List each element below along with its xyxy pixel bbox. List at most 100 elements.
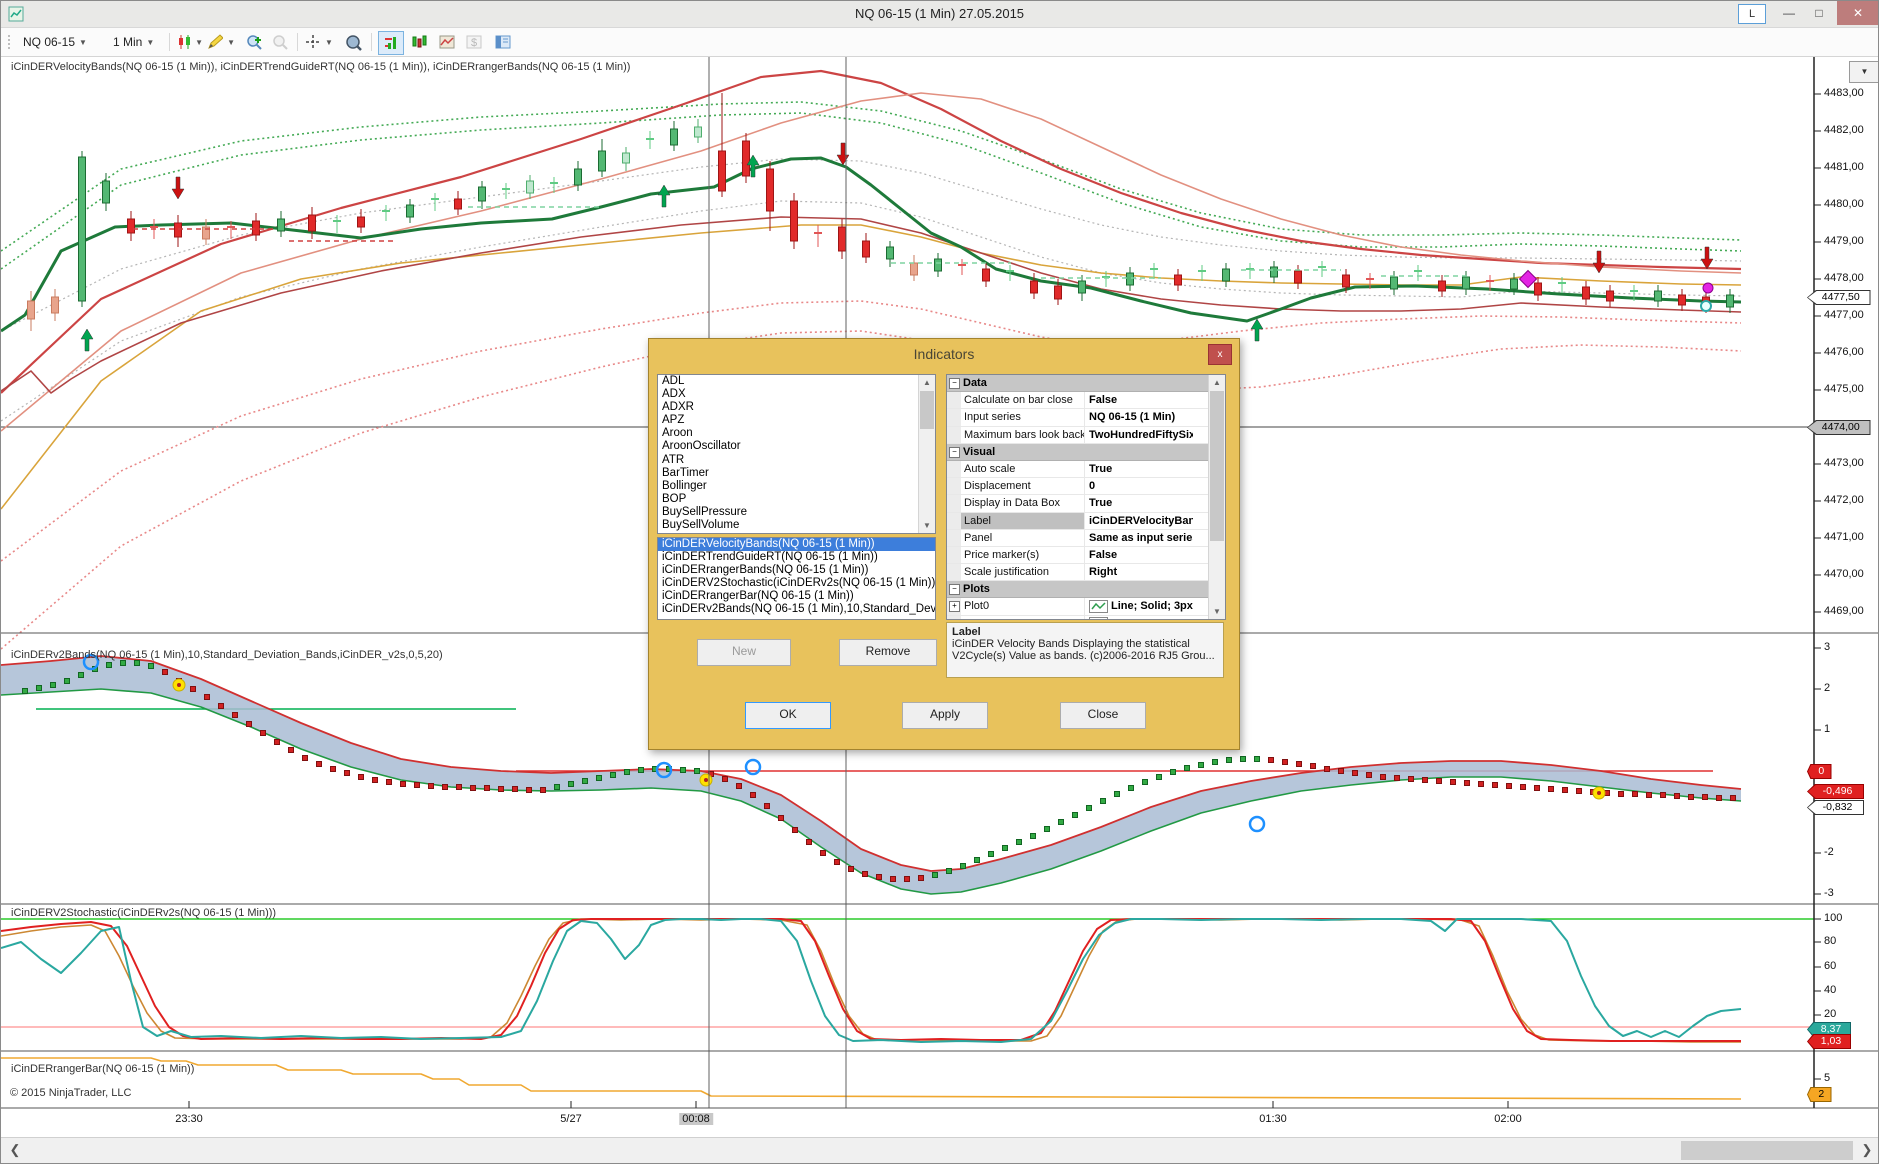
property-name: Plot1: [961, 616, 1085, 620]
scroll-up-icon[interactable]: ▲: [1209, 375, 1225, 390]
apply-button[interactable]: Apply: [902, 702, 988, 729]
property-group-data[interactable]: −Data: [947, 375, 1209, 392]
scroll-down-icon[interactable]: ▼: [1209, 604, 1225, 619]
property-row-display-in-data-box[interactable]: Display in Data BoxTrue: [947, 495, 1209, 512]
zoom-out-button[interactable]: [269, 31, 291, 53]
instrument-selector[interactable]: NQ 06-15▼: [23, 31, 87, 53]
available-indicator-item[interactable]: BOP: [658, 493, 935, 506]
property-row-auto-scale[interactable]: Auto scaleTrue: [947, 461, 1209, 478]
property-row-label[interactable]: LabeliCinDERVelocityBands: [947, 513, 1209, 530]
strategies-button[interactable]: [435, 31, 459, 53]
configured-indicator-item[interactable]: iCinDERTrendGuideRT(NQ 06-15 (1 Min)): [658, 551, 935, 564]
scroll-up-icon[interactable]: ▲: [919, 375, 935, 390]
link-button[interactable]: L: [1738, 4, 1766, 24]
available-indicator-item[interactable]: BarTimer: [658, 467, 935, 480]
available-indicator-item[interactable]: BuySellVolume: [658, 519, 935, 532]
close-button[interactable]: ✕: [1837, 1, 1879, 25]
toolbar-grip[interactable]: [6, 31, 12, 53]
minimize-button[interactable]: —: [1775, 1, 1803, 25]
property-row-input-series[interactable]: Input seriesNQ 06-15 (1 Min): [947, 409, 1209, 426]
property-name: Display in Data Box: [961, 495, 1085, 511]
configured-indicator-item[interactable]: iCinDERrangerBands(NQ 06-15 (1 Min)): [658, 564, 935, 577]
available-indicator-item[interactable]: AroonOscillator: [658, 440, 935, 453]
property-value: 0: [1085, 478, 1193, 494]
new-button[interactable]: New: [697, 639, 791, 666]
scrollbar-thumb[interactable]: [1210, 391, 1224, 541]
available-indicator-item[interactable]: ATR: [658, 454, 935, 467]
drawing-tools-button[interactable]: ▼: [207, 31, 235, 53]
panel3-indicator-label: iCinDERV2Stochastic(iCinDERv2s(NQ 06-15 …: [11, 907, 276, 919]
horizontal-scrollbar[interactable]: ❮ ❯: [1, 1137, 1879, 1164]
property-row-plot0[interactable]: +Plot0Line; Solid; 3px: [947, 598, 1209, 615]
up-arrow-marker: [1251, 319, 1263, 341]
scroll-right-icon[interactable]: ❯: [1857, 1140, 1877, 1160]
property-row-displacement[interactable]: Displacement0: [947, 478, 1209, 495]
configured-indicators-list[interactable]: iCinDERVelocityBands(NQ 06-15 (1 Min))iC…: [657, 537, 936, 620]
chevron-down-icon: ▼: [79, 38, 87, 47]
property-row-maximum-bars-look-back[interactable]: Maximum bars look backTwoHundredFiftySix: [947, 427, 1209, 444]
available-indicator-item[interactable]: ADXR: [658, 401, 935, 414]
available-indicator-item[interactable]: ADL: [658, 375, 935, 388]
available-indicator-item[interactable]: ADX: [658, 388, 935, 401]
plot-line-icon: [1089, 600, 1108, 613]
price-axis-dropdown-button[interactable]: ▼: [1849, 61, 1879, 83]
expand-icon[interactable]: +: [949, 619, 960, 620]
panel2-indicator-label: iCinDERv2Bands(NQ 06-15 (1 Min),10,Stand…: [11, 649, 443, 661]
available-indicator-item[interactable]: APZ: [658, 414, 935, 427]
configured-indicator-item[interactable]: iCinDERVelocityBands(NQ 06-15 (1 Min)): [658, 538, 935, 551]
zoom-in-button[interactable]: [243, 31, 265, 53]
series-stoch-orange: [1, 919, 1741, 1042]
down-arrow-marker: [837, 143, 849, 165]
panel1-indicator-label: iCinDERVelocityBands(NQ 06-15 (1 Min)), …: [11, 61, 630, 73]
property-value: True: [1085, 495, 1193, 511]
chevron-down-icon: ▼: [195, 38, 203, 47]
configured-indicator-item[interactable]: iCinDERrangerBar(NQ 06-15 (1 Min)): [658, 590, 935, 603]
available-indicator-item[interactable]: Aroon: [658, 427, 935, 440]
property-row-panel[interactable]: PanelSame as input series: [947, 530, 1209, 547]
property-row-scale-justification[interactable]: Scale justificationRight: [947, 564, 1209, 581]
close-dialog-button[interactable]: Close: [1060, 702, 1146, 729]
property-name: Displacement: [961, 478, 1085, 494]
scrollbar-thumb[interactable]: [1681, 1141, 1853, 1160]
available-indicators-list[interactable]: ▲ ▼ ADLADXADXRAPZAroonAroonOscillatorATR…: [657, 374, 936, 534]
window-title: NQ 06-15 (1 Min) 27.05.2015: [1, 6, 1878, 21]
dot-marker: [1703, 283, 1713, 293]
available-indicator-item[interactable]: BuySellPressure: [658, 506, 935, 519]
configured-indicator-item[interactable]: iCinDERV2Stochastic(iCinDERv2s(NQ 06-15 …: [658, 577, 935, 590]
data-box-button[interactable]: [341, 31, 365, 53]
property-group-plots[interactable]: −Plots: [947, 581, 1209, 598]
indicator-description: Label iCinDER Velocity Bands Displaying …: [946, 622, 1224, 678]
property-group-visual[interactable]: −Visual: [947, 444, 1209, 461]
property-name: Scale justification: [961, 564, 1085, 580]
property-name: Auto scale: [961, 461, 1085, 477]
scroll-left-icon[interactable]: ❮: [5, 1140, 25, 1160]
list-scrollbar[interactable]: ▲ ▼: [918, 375, 935, 533]
maximize-button[interactable]: □: [1805, 1, 1833, 25]
series-upper-band-inner-green: [1, 113, 1741, 269]
configured-indicator-item[interactable]: iCinDERv2Bands(NQ 06-15 (1 Min),10,Stand…: [658, 603, 935, 616]
collapse-icon[interactable]: −: [949, 378, 960, 389]
chart-style-button[interactable]: ▼: [177, 31, 203, 53]
ok-button[interactable]: OK: [745, 702, 831, 729]
scrollbar-thumb[interactable]: [920, 391, 934, 429]
property-value: NQ 06-15 (1 Min): [1085, 409, 1193, 425]
available-indicator-item[interactable]: Bollinger: [658, 480, 935, 493]
up-arrow-marker: [81, 329, 93, 351]
scroll-down-icon[interactable]: ▼: [919, 518, 935, 533]
chart-trader-button[interactable]: [407, 31, 431, 53]
dialog-close-button[interactable]: x: [1208, 344, 1232, 365]
interval-selector[interactable]: 1 Min▼: [113, 31, 154, 53]
indicators-button[interactable]: [378, 31, 404, 55]
remove-button[interactable]: Remove: [839, 639, 937, 666]
property-row-calculate-on-bar-close[interactable]: Calculate on bar closeFalse: [947, 392, 1209, 409]
collapse-icon[interactable]: −: [949, 584, 960, 595]
property-row-plot1[interactable]: +Plot1Line; Solid; 2px: [947, 616, 1209, 620]
grid-scrollbar[interactable]: ▲ ▼: [1208, 375, 1225, 619]
expand-icon[interactable]: +: [949, 601, 960, 612]
collapse-icon[interactable]: −: [949, 447, 960, 458]
crosshair-button[interactable]: ▼: [304, 31, 334, 53]
property-row-price-marker-s-[interactable]: Price marker(s)False: [947, 547, 1209, 564]
account-button[interactable]: $: [463, 31, 485, 53]
properties-button[interactable]: [491, 31, 515, 53]
indicator-properties-grid[interactable]: ▲ ▼ −DataCalculate on bar closeFalseInpu…: [946, 374, 1226, 620]
